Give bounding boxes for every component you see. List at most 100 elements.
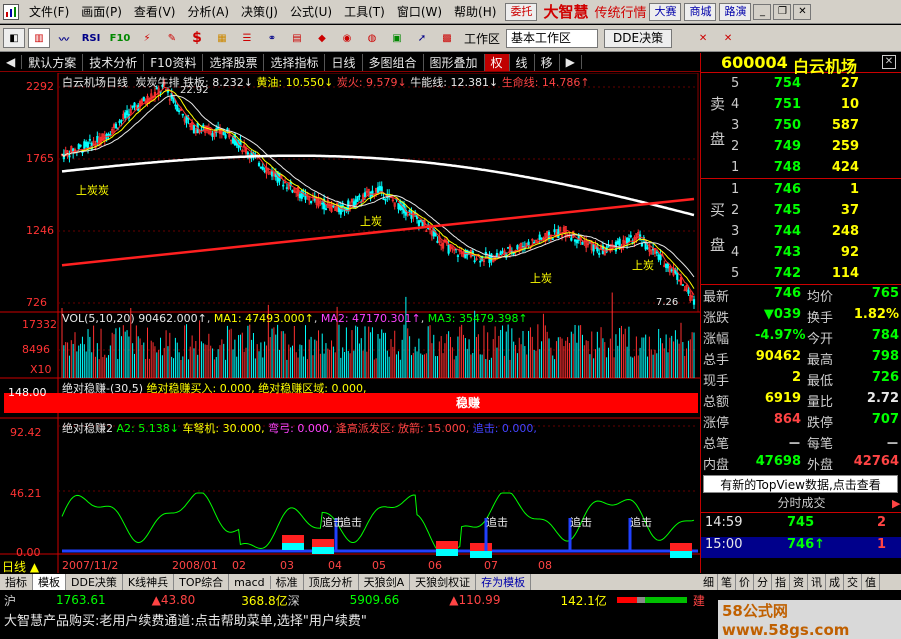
menu-screen[interactable]: 画面(P) [75,3,128,20]
dasai-button[interactable]: 大赛 [649,2,682,21]
menu-formula[interactable]: 公式(U) [284,3,338,20]
tab-multi-chart[interactable]: 多图组合 [363,53,424,71]
candle [616,240,619,245]
tab-tech-analysis[interactable]: 技术分析 [83,53,145,71]
vol-tick-1: 17332 [22,318,57,331]
candle [309,200,313,204]
btab-kline[interactable]: K线神兵 [123,574,175,590]
tab-rights[interactable]: 权 [484,53,510,71]
alert-icon[interactable]: ◆ [311,28,333,48]
tab-move[interactable]: 移 [535,53,560,71]
ring-icon[interactable]: ◍ [361,28,383,48]
pen-icon[interactable]: ✎ [161,28,183,48]
candle [120,119,123,122]
side-tab[interactable]: 值 [862,574,880,590]
dde-decision-button[interactable]: DDE决策 [604,28,673,48]
nav-right-icon[interactable]: ▶ [560,55,582,69]
trade-expand-icon[interactable]: ▶ [892,497,900,510]
restore-icon[interactable]: ❐ [773,3,792,20]
calc-icon[interactable]: ▣ [386,28,408,48]
close-icon[interactable]: ✕ [793,3,812,20]
ticker-sz-amount: 142.1亿 [560,593,607,608]
sell-row[interactable]: 4 751 10 [701,97,901,118]
kline-icon[interactable]: ▥ [28,28,50,48]
menu-window[interactable]: 窗口(W) [391,3,448,20]
menu-analysis[interactable]: 分析(A) [181,3,235,20]
btab-tianlang-warrant[interactable]: 天狼剑权证 [410,574,477,590]
stack-icon[interactable]: ▩ [436,28,458,48]
nav-left-icon[interactable]: ◀ [0,55,23,69]
osc-signal-block [282,543,304,550]
workspace-select[interactable]: 基本工作区 [506,28,599,48]
btab-dde[interactable]: DDE决策 [66,574,123,590]
sell-row[interactable]: 2 749 259 [701,139,901,160]
side-tab[interactable]: 笔 [718,574,736,590]
menu-help[interactable]: 帮助(H) [448,3,502,20]
news-icon[interactable]: ▤ [286,28,308,48]
panel-pin-icon[interactable]: ✕ [717,28,739,48]
cursor-icon[interactable]: ➚ [411,28,433,48]
tab-select-stock[interactable]: 选择股票 [203,53,265,71]
side-tab[interactable]: 细 [700,574,718,590]
topview-button[interactable]: 有新的TopView数据,点击查看 [703,475,898,493]
menu-decision[interactable]: 决策(J) [235,3,284,20]
quote-grid: 最新 746 均价 765 涨跌 ▼039 换手 1.82% 涨幅 -4.97% 今开 784 总手 90… [701,286,901,476]
side-tab[interactable]: 分 [754,574,772,590]
tab-default-scheme[interactable]: 默认方案 [22,53,84,71]
ticker-breadth-bars [616,597,687,603]
flash-icon[interactable]: ⚡ [136,28,158,48]
buy-row[interactable]: 4 743 92 [701,245,901,266]
candle [178,110,181,113]
side-tab[interactable]: 资 [790,574,808,590]
trade-row-selected[interactable]: 15:00 746↑ 1 [701,537,901,558]
line-chart-icon[interactable]: 〰 [53,28,75,48]
panel-close-icon[interactable]: ✕ [692,28,714,48]
sell-row[interactable]: 3 750 587 [701,118,901,139]
buy-row[interactable]: 2 745 37 [701,203,901,224]
tab-overlay[interactable]: 图形叠加 [424,53,485,71]
candle [181,113,184,116]
btab-save-template[interactable]: 存为模板 [476,574,532,590]
sell-row[interactable]: 5 754 27 [701,76,901,97]
side-tab[interactable]: 成 [826,574,844,590]
menu-file[interactable]: 文件(F) [23,3,75,20]
buy-row[interactable]: 5 742 114 [701,266,901,287]
ledger-icon[interactable]: ☰ [236,28,258,48]
tab-line[interactable]: 线 [510,53,535,71]
tab-f10[interactable]: F10资料 [144,53,204,71]
btab-topbottom[interactable]: 顶底分析 [304,574,359,590]
buy-row[interactable]: 1 746 1 [701,182,901,203]
candle [384,198,387,201]
tab-select-indicator[interactable]: 选择指标 [264,53,326,71]
target-icon[interactable]: ◉ [336,28,358,48]
band-title: 绝对稳赚-(30,5) [62,382,144,395]
f10-icon[interactable]: F10 [107,28,133,48]
dollar-icon[interactable]: $ [186,28,208,48]
btab-template[interactable]: 模板 [33,574,66,590]
back-icon[interactable]: ◧ [3,28,25,48]
grid-icon[interactable]: ▦ [211,28,233,48]
side-tab[interactable]: 指 [772,574,790,590]
panel-close-icon[interactable]: ✕ [882,55,896,69]
app-icon[interactable] [3,3,19,20]
btab-tianlang-a[interactable]: 天狼剑A [359,574,411,590]
btab-indicator[interactable]: 指标 [0,574,33,590]
side-tab[interactable]: 价 [736,574,754,590]
menu-view[interactable]: 查看(V) [128,3,182,20]
side-tab[interactable]: 讯 [808,574,826,590]
btab-standard[interactable]: 标准 [271,574,304,590]
tab-daily[interactable]: 日线 [325,53,363,71]
btab-top[interactable]: TOP综合 [174,574,230,590]
entrust-button[interactable]: 委托 [505,2,538,21]
buy-row[interactable]: 3 744 248 [701,224,901,245]
menu-tools[interactable]: 工具(T) [338,3,391,20]
side-tab[interactable]: 交 [844,574,862,590]
mall-button[interactable]: 商城 [684,2,717,21]
osc-title-row: 绝对稳赚2 A2: 5.138↓ 车弩机: 30.000, 弯弓: 0.000,… [62,420,537,436]
rsi-icon[interactable]: RSI [78,28,104,48]
binoculars-icon[interactable]: ⚭ [261,28,283,48]
minimize-icon[interactable]: _ [753,3,772,20]
btab-macd[interactable]: macd [229,575,271,589]
sell-row[interactable]: 1 748 424 [701,160,901,181]
road-button[interactable]: 路演 [719,2,752,21]
